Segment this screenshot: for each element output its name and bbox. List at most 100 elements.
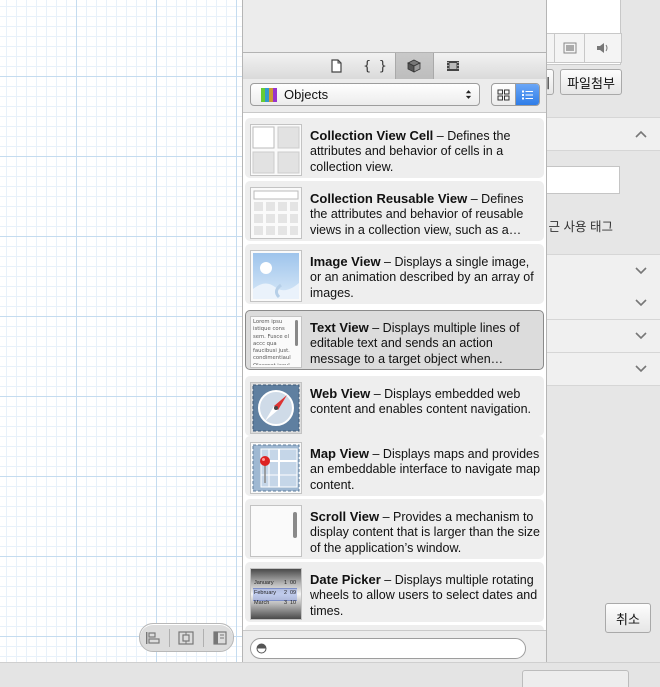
library-item-description: Collection View Cell – Defines the attri… — [310, 128, 542, 175]
cancel-button-label: 취소 — [616, 611, 640, 627]
scroll-view-icon — [250, 505, 302, 557]
chevron-down-icon[interactable] — [634, 329, 648, 343]
text-view-icon: Lorem ipsu istique cons sem. Fusce el ac… — [250, 316, 302, 368]
pin-icon[interactable] — [176, 630, 196, 646]
align-icon[interactable] — [143, 630, 163, 646]
page-icon — [331, 59, 342, 73]
month-label: March — [254, 600, 270, 606]
media-library-tab[interactable] — [434, 53, 473, 79]
library-item-web-view[interactable]: Web View – Displays embedded web content… — [245, 376, 544, 436]
library-type-select[interactable]: Objects — [250, 83, 480, 106]
grid-view-button[interactable] — [492, 84, 515, 105]
chevron-down-icon[interactable] — [634, 362, 648, 376]
chevron-down-icon[interactable] — [634, 264, 648, 278]
library-item-title: Scroll View — [310, 509, 380, 524]
library-item-title: Map View — [310, 446, 370, 461]
collapsible-section[interactable] — [545, 287, 660, 320]
background-app-window: 세 파일첨부 최근 사용 태그 취소 — [537, 0, 660, 686]
library-item-text-view[interactable]: Lorem ipsu istique cons sem. Fusce el ac… — [245, 310, 544, 370]
view-mode-toggle — [491, 83, 540, 106]
collection-reusable-view-icon — [250, 187, 302, 239]
library-item-description: Collection Reusable View – Defines the a… — [310, 191, 542, 238]
library-item-description: Date Picker – Displays multiple rotating… — [310, 572, 542, 619]
image-icon[interactable] — [554, 33, 586, 63]
divider — [202, 628, 204, 647]
books-icon — [261, 87, 277, 102]
speaker-icon[interactable] — [584, 33, 622, 63]
library-item-map-view[interactable]: Map View – Displays maps and provides an… — [245, 436, 544, 496]
chevron-down-icon[interactable] — [634, 296, 648, 310]
library-item-title: Collection View Cell — [310, 128, 434, 143]
cube-icon — [407, 59, 421, 73]
scroll-indicator — [295, 320, 298, 346]
web-view-icon — [250, 382, 302, 434]
file-template-tab[interactable] — [317, 53, 356, 79]
collapsible-section[interactable] — [545, 254, 660, 288]
library-item-description: Image View – Displays a single image, or… — [310, 254, 542, 301]
utilities-panel: { } Objects Collection View Cell – Defin… — [242, 0, 547, 662]
library-item-title: Collection Reusable View — [310, 191, 468, 206]
library-item-date-picker[interactable]: January February March 1 2 3 00 09 10 Da… — [245, 562, 544, 622]
library-item-collection-reusable-view[interactable]: Collection Reusable View – Defines the a… — [245, 181, 544, 241]
library-item-description: Scroll View – Provides a mechanism to di… — [310, 509, 542, 556]
day-label: 1 — [283, 580, 287, 586]
collection-view-cell-icon — [250, 124, 302, 176]
text-view-sample-text: Lorem ipsu istique cons sem. Fusce el ac… — [253, 319, 291, 365]
storyboard-canvas[interactable] — [0, 0, 242, 662]
code-snippet-label: { } — [363, 58, 387, 74]
date-picker-icon: January February March 1 2 3 00 09 10 — [250, 568, 302, 620]
object-library-tab[interactable] — [394, 53, 434, 79]
attach-file-button[interactable]: 파일첨부 — [560, 69, 622, 95]
year-label: 09 — [290, 590, 297, 596]
collapsible-section[interactable] — [545, 320, 660, 353]
collapsible-section[interactable] — [545, 353, 660, 386]
inspector-area — [243, 0, 546, 52]
year-label: 00 — [290, 580, 297, 586]
image-view-icon — [250, 250, 302, 302]
library-item-description: Map View – Displays maps and provides an… — [310, 446, 542, 493]
tag-input[interactable] — [545, 166, 620, 194]
year-label: 10 — [290, 600, 297, 606]
day-label: 3 — [283, 600, 287, 606]
month-wheel: January February March — [254, 578, 278, 608]
scroll-indicator — [293, 512, 297, 538]
collapsible-section[interactable] — [545, 117, 660, 151]
library-item-description: Text View – Displays multiple lines of e… — [310, 320, 542, 367]
chevron-up-icon[interactable] — [634, 127, 648, 141]
library-filter-bar: Objects — [243, 79, 546, 113]
library-filter-field[interactable] — [250, 638, 526, 659]
list-view-icon — [522, 90, 533, 99]
month-label: February — [254, 590, 277, 596]
library-tab-bar: { } — [243, 52, 546, 80]
map-view-icon — [250, 442, 302, 494]
resolve-icon[interactable] — [210, 630, 230, 646]
grid-view-icon — [497, 89, 510, 100]
library-item-title: Web View — [310, 386, 371, 401]
divider — [169, 628, 171, 647]
up-down-arrows-icon — [461, 89, 475, 100]
dock-item — [522, 670, 629, 687]
attach-file-label: 파일첨부 — [567, 75, 615, 91]
recent-tags-label: 최근 사용 태그 — [537, 220, 613, 234]
library-search-input[interactable] — [271, 640, 523, 657]
day-wheel: 1 2 3 — [281, 578, 287, 608]
object-library-list[interactable]: Collection View Cell – Defines the attri… — [243, 113, 546, 630]
library-item-collection-view-cell[interactable]: Collection View Cell – Defines the attri… — [245, 118, 544, 178]
library-search-bar — [243, 630, 546, 662]
library-item-title: Text View — [310, 320, 369, 335]
code-snippet-tab[interactable]: { } — [356, 53, 395, 79]
month-label: January — [254, 580, 274, 586]
library-item-description: Web View – Displays embedded web content… — [310, 386, 542, 418]
day-label: 2 — [283, 590, 287, 596]
film-icon — [447, 61, 459, 71]
list-view-button[interactable] — [515, 84, 539, 105]
library-item-title: Image View — [310, 254, 381, 269]
library-item-title: Date Picker — [310, 572, 381, 587]
filter-icon — [256, 643, 267, 654]
library-item-scroll-view[interactable]: Scroll View – Provides a mechanism to di… — [245, 499, 544, 559]
year-wheel: 00 09 10 — [290, 578, 300, 608]
library-type-label: Objects — [284, 87, 329, 102]
auto-layout-controls — [139, 623, 234, 652]
cancel-button[interactable]: 취소 — [605, 603, 651, 633]
library-item-image-view[interactable]: Image View – Displays a single image, or… — [245, 244, 544, 304]
